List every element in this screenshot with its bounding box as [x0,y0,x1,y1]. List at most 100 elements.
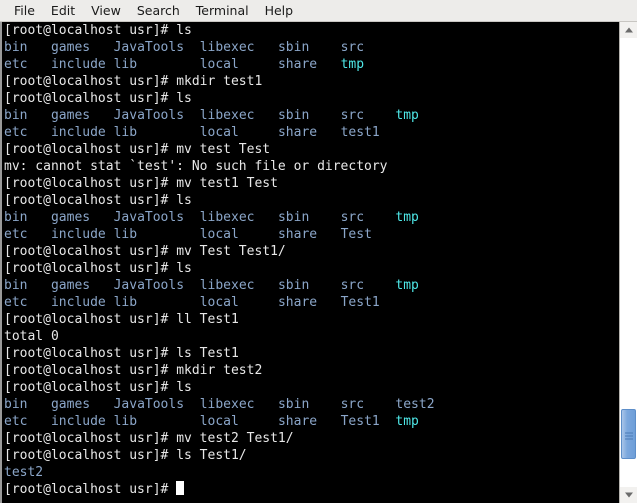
column-gap [27,40,50,55]
column-gap [380,414,396,429]
listing-entry: share [277,414,318,429]
listing-entry: local [199,227,239,242]
column-gap [184,278,200,293]
menu-terminal[interactable]: Terminal [188,2,257,20]
menu-search[interactable]: Search [129,2,188,20]
shell-prompt: [root@localhost usr]# [4,193,177,208]
listing-entry: etc [4,57,28,72]
listing-entry: tmp [395,278,419,293]
listing-entry: Test1 [340,414,380,429]
terminal-listing-row: etc include lib local share Test1 tmp [4,413,619,430]
listing-entry: local [199,414,239,429]
shell-prompt: [root@localhost usr]# [4,176,177,191]
listing-entry: tmp [395,108,419,123]
terminal-command-line: [root@localhost usr]# mkdir test2 [4,362,619,379]
column-gap [106,125,114,140]
listing-entry: lib [113,414,138,429]
listing-entry: include [50,125,106,140]
terminal-listing-row: etc include lib local share tmp [4,56,619,73]
column-gap [255,397,278,412]
shell-command: mv test2 Test1/ [176,431,294,446]
column-gap [317,295,340,310]
column-gap [27,295,50,310]
column-gap [137,227,200,242]
menu-view[interactable]: View [83,2,129,20]
listing-entry: sbin [277,397,310,412]
column-gap [239,227,278,242]
column-gap [364,278,395,293]
listing-entry: etc [4,125,28,140]
shell-command: mkdir test1 [176,74,263,89]
terminal-command-line: [root@localhost usr]# mkdir test1 [4,73,619,90]
listing-entry: games [50,278,91,293]
column-gap [239,125,278,140]
column-gap [137,295,200,310]
terminal-command-line: [root@localhost usr]# ls Test1/ [4,447,619,464]
terminal-output-line: mv: cannot stat `test': No such file or … [4,158,619,175]
column-gap [317,227,340,242]
terminal-listing-row: bin games JavaTools libexec sbin src tmp [4,277,619,294]
listing-entry: games [50,40,91,55]
terminal-window: File Edit View Search Terminal Help [root@loc… [0,0,637,503]
listing-entry: lib [113,227,138,242]
terminal-command-line: [root@localhost usr]# ll Test1 [4,311,619,328]
shell-command: mv test1 Test [176,176,278,191]
chevron-down-icon [624,492,633,498]
shell-command: ll Test1 [176,312,239,327]
text-cursor [176,481,184,495]
scroll-down-icon[interactable] [620,487,637,503]
menu-edit[interactable]: Edit [43,2,83,20]
listing-entry: local [199,57,239,72]
listing-entry: bin [4,108,28,123]
listing-entry: share [277,227,318,242]
shell-command: ls Test1 [176,346,239,361]
terminal-output: [root@localhost usr]# ls bin games JavaTo… [2,22,619,503]
column-gap [27,414,50,429]
column-gap [309,278,340,293]
shell-prompt: [root@localhost usr]# [4,142,177,157]
column-gap [255,40,278,55]
terminal-command-line: [root@localhost usr]# ls [4,260,619,277]
scroll-up-icon[interactable] [620,22,637,38]
listing-entry: games [50,397,91,412]
listing-entry: lib [113,57,138,72]
column-gap [364,397,395,412]
shell-prompt: [root@localhost usr]# [4,91,177,106]
scrollbar-track[interactable] [620,38,637,487]
listing-entry: src [340,210,365,225]
terminal-screen[interactable]: [root@localhost usr]# ls bin games JavaTo… [0,22,619,503]
column-gap [90,397,113,412]
column-gap [90,278,113,293]
terminal-command-line: [root@localhost usr]# ls [4,22,619,39]
column-gap [309,397,340,412]
column-gap [106,295,114,310]
listing-entry: tmp [395,210,419,225]
column-gap [27,57,50,72]
listing-entry: include [50,414,106,429]
listing-entry: JavaTools [113,210,185,225]
listing-entry: JavaTools [113,397,185,412]
listing-entry: JavaTools [113,40,185,55]
listing-entry: test2 [4,465,44,480]
listing-entry: share [277,295,318,310]
shell-command: ls [176,23,192,38]
listing-entry: src [340,108,365,123]
terminal-active-prompt[interactable]: [root@localhost usr]# [4,481,619,498]
scrollbar-thumb[interactable] [621,409,636,459]
listing-entry: lib [113,295,138,310]
listing-entry: sbin [277,40,310,55]
output-text: mv: cannot stat `test': No such file or … [4,159,388,174]
terminal-listing-row: test2 [4,464,619,481]
column-gap [317,414,340,429]
listing-entry: tmp [395,414,419,429]
menu-help[interactable]: Help [257,2,302,20]
listing-entry: bin [4,40,28,55]
listing-entry: libexec [199,397,255,412]
listing-entry: share [277,57,318,72]
column-gap [239,414,278,429]
listing-entry: sbin [277,108,310,123]
shell-command: ls [176,261,192,276]
shell-prompt: [root@localhost usr]# [4,346,177,361]
terminal-scrollbar[interactable] [619,22,637,503]
menu-file[interactable]: File [6,2,43,20]
